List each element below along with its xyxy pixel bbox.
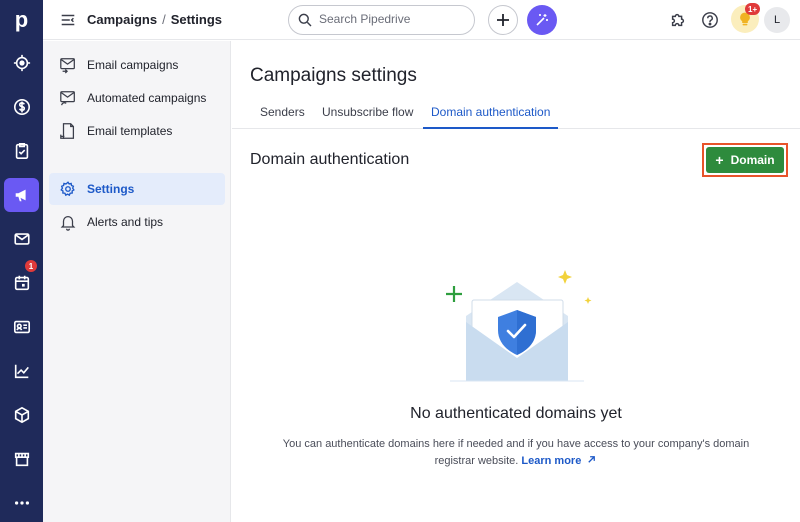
tab-domain-authentication[interactable]: Domain authentication [423, 105, 559, 129]
breadcrumb: Campaigns / Settings [87, 12, 222, 27]
rail-item-more[interactable] [4, 486, 39, 520]
trend-chart-icon [14, 364, 29, 379]
sidebar-item-automated-campaigns[interactable]: Automated campaigns [49, 82, 225, 114]
ai-assistant-button[interactable] [527, 5, 557, 35]
dollar-icon [13, 98, 30, 116]
box-icon [14, 406, 29, 424]
search-box[interactable] [288, 5, 475, 35]
breadcrumb-separator: / [162, 12, 166, 27]
rail-item-campaigns[interactable] [4, 178, 39, 212]
tips-button[interactable]: 1+ [731, 3, 761, 33]
settings-sidebar: Email campaigns Automated campaigns Emai… [43, 41, 231, 522]
sidebar-item-label: Email campaigns [87, 58, 179, 72]
section-title: Domain authentication [250, 151, 410, 168]
tab-senders[interactable]: Senders [260, 105, 305, 129]
rail-item-activities[interactable] [4, 134, 39, 168]
quick-add-button[interactable] [488, 5, 518, 35]
nav-rail: p 1 [0, 0, 43, 522]
help-icon [702, 12, 718, 28]
gear-icon [59, 180, 77, 198]
notifications-badge: 1+ [745, 3, 761, 15]
sidebar-item-label: Automated campaigns [87, 91, 207, 105]
calendar-badge: 1 [25, 260, 37, 272]
rail-item-insights[interactable] [4, 354, 39, 388]
puzzle-icon [671, 13, 685, 27]
rail-item-mail[interactable] [4, 222, 39, 256]
search-input[interactable] [319, 12, 469, 26]
envelope-shield-illustration [446, 270, 592, 382]
avatar[interactable]: L [764, 7, 790, 33]
mail-icon [13, 233, 30, 245]
tab-unsubscribe-flow[interactable]: Unsubscribe flow [322, 105, 413, 129]
search-icon [298, 13, 312, 27]
add-domain-button[interactable]: + Domain [706, 147, 784, 173]
magic-wand-icon [536, 14, 548, 26]
empty-state-text: You can authenticate domains here if nee… [282, 438, 750, 467]
contact-card-icon [13, 320, 30, 334]
sidebar-item-settings[interactable]: Settings [49, 173, 225, 205]
rail-item-calendar[interactable]: 1 [4, 260, 39, 300]
rail-item-products[interactable] [4, 398, 39, 432]
plus-icon: + [715, 152, 724, 168]
breadcrumb-settings: Settings [170, 12, 222, 27]
app-window: p 1 Campaigns / Settings Search Pipedriv… [0, 0, 800, 522]
store-icon [14, 452, 29, 467]
clipboard-icon [15, 142, 28, 160]
plus-icon [497, 14, 509, 26]
breadcrumb-campaigns[interactable]: Campaigns [87, 12, 157, 27]
automated-campaign-icon [59, 89, 77, 107]
rail-item-leads[interactable] [4, 46, 39, 80]
megaphone-icon [15, 189, 26, 202]
calendar-icon [14, 275, 29, 291]
sidebar-item-email-templates[interactable]: Email templates [49, 115, 225, 147]
email-campaign-icon [59, 56, 77, 74]
collapse-menu-icon[interactable] [59, 11, 77, 29]
empty-state-title: No authenticated domains yet [410, 405, 622, 422]
empty-state-description: You can authenticate domains here if nee… [276, 436, 756, 470]
rail-item-marketplace[interactable] [4, 442, 39, 476]
add-domain-label: Domain [730, 153, 775, 167]
sidebar-item-alerts[interactable]: Alerts and tips [49, 206, 225, 238]
help-button[interactable] [700, 10, 720, 30]
bell-icon [59, 213, 77, 231]
learn-more-link[interactable]: Learn more [521, 455, 597, 467]
pipedrive-logo[interactable]: p [0, 0, 43, 40]
sidebar-item-label: Alerts and tips [87, 215, 164, 229]
learn-more-label: Learn more [521, 455, 582, 467]
main-content: Campaigns settings Senders Unsubscribe f… [232, 41, 800, 522]
settings-tabs: Senders Unsubscribe flow Domain authenti… [232, 99, 800, 129]
target-icon [13, 54, 30, 72]
rail-item-deals[interactable] [4, 90, 39, 124]
top-bar: Campaigns / Settings 1+ L [43, 0, 800, 40]
page-title: Campaigns settings [250, 65, 417, 86]
template-icon [59, 122, 77, 140]
rail-item-contacts[interactable] [4, 310, 39, 344]
sidebar-item-label: Email templates [87, 124, 173, 138]
external-link-icon [588, 456, 596, 463]
more-dots-icon [14, 501, 29, 505]
sidebar-item-email-campaigns[interactable]: Email campaigns [49, 49, 225, 81]
extensions-button[interactable] [668, 10, 688, 30]
sidebar-item-label: Settings [87, 182, 135, 196]
